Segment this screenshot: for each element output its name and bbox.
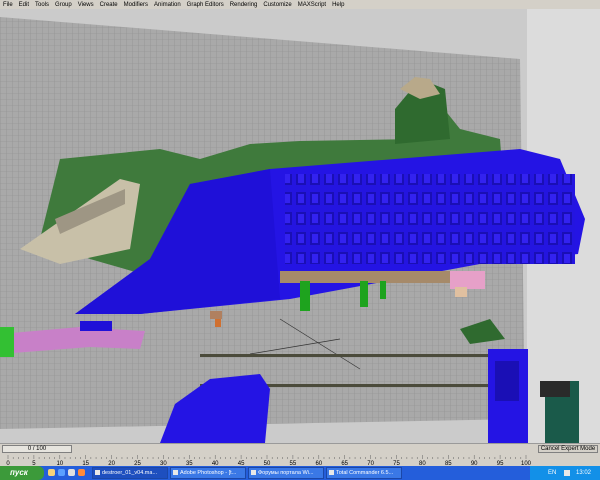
menu-rendering[interactable]: Rendering <box>227 2 261 8</box>
cancel-expert-mode-button[interactable]: Cancel Expert Mode <box>538 445 598 453</box>
system-tray: EN 13:02 <box>530 466 600 480</box>
time-slider-bar: 0 / 100 Cancel Expert Mode <box>0 443 600 454</box>
quick-launch-icon[interactable] <box>68 469 75 476</box>
menu-bar: File Edit Tools Group Views Create Modif… <box>0 0 600 9</box>
track-bar-ruler: 0 5 10 15 20 25 30 35 40 45 50 55 60 65 70 75 80 85 90 95 10… <box>6 455 532 466</box>
viewport-scene <box>0 9 600 443</box>
perspective-viewport[interactable] <box>0 9 600 443</box>
photoshop-icon <box>173 470 178 475</box>
3dsmax-icon <box>95 470 100 475</box>
task-label: Adobe Photoshop - [t... <box>180 470 237 476</box>
menu-tools[interactable]: Tools <box>32 2 52 8</box>
track-bar[interactable]: 0 5 10 15 20 25 30 35 40 45 50 55 60 65 70 75 80 85 90 95 10… <box>0 454 600 466</box>
browser-icon[interactable] <box>58 469 65 476</box>
task-browser-forum[interactable]: Форумы портала Wi... <box>248 467 324 479</box>
menu-views[interactable]: Views <box>75 2 97 8</box>
menu-modifiers[interactable]: Modifiers <box>121 2 151 8</box>
tray-icon[interactable] <box>564 470 570 476</box>
menu-maxscript[interactable]: MAXScript <box>295 2 329 8</box>
menu-create[interactable]: Create <box>97 2 121 8</box>
ship-hull-detail <box>285 174 575 264</box>
menu-file[interactable]: File <box>0 2 16 8</box>
menu-graph-editors[interactable]: Graph Editors <box>184 2 227 8</box>
media-icon[interactable] <box>78 469 85 476</box>
task-total-commander[interactable]: Total Commander 6.5... <box>326 467 402 479</box>
task-3dsmax[interactable]: destroer_01_v04.ma... <box>92 467 168 479</box>
total-commander-icon <box>329 470 334 475</box>
menu-group[interactable]: Group <box>52 2 75 8</box>
language-indicator[interactable]: EN <box>548 466 556 480</box>
task-label: destroer_01_v04.ma... <box>102 470 158 476</box>
browser-window-icon <box>251 470 256 475</box>
menu-customize[interactable]: Customize <box>260 2 294 8</box>
menu-help[interactable]: Help <box>329 2 347 8</box>
clock: 13:02 <box>576 470 592 476</box>
menu-edit[interactable]: Edit <box>16 2 32 8</box>
taskbar: пуск destroer_01_v04.ma... Adobe Photosh… <box>0 466 600 480</box>
menu-animation[interactable]: Animation <box>151 2 184 8</box>
start-button[interactable]: пуск <box>0 466 44 480</box>
frame-slider[interactable]: 0 / 100 <box>2 445 72 453</box>
task-photoshop[interactable]: Adobe Photoshop - [t... <box>170 467 246 479</box>
show-desktop-icon[interactable] <box>48 469 55 476</box>
task-label: Форумы портала Wi... <box>258 470 314 476</box>
task-label: Total Commander 6.5... <box>336 470 394 476</box>
